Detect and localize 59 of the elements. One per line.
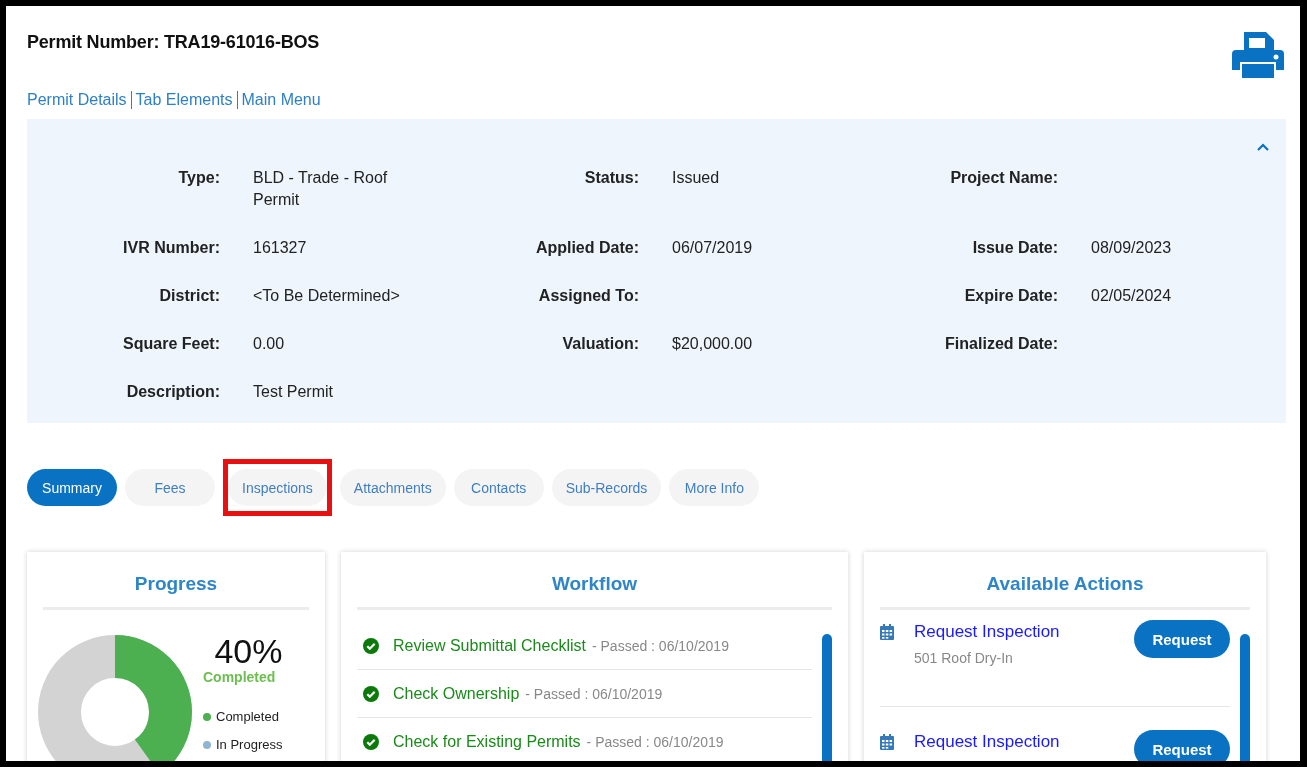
field-value: Issued [672, 169, 720, 186]
request-button[interactable]: Request [1134, 730, 1230, 761]
print-icon[interactable] [1232, 30, 1284, 80]
tab[interactable]: Summary [27, 469, 117, 506]
field-label: Finalized Date: [944, 334, 1058, 354]
field-label: Assigned To: [537, 286, 639, 306]
field-label: Description: [125, 382, 220, 402]
field-label: IVR Number: [122, 238, 220, 258]
tab[interactable]: Attachments [339, 469, 446, 506]
field-value: <To Be Determined> [253, 287, 400, 304]
workflow-status: - Passed : 06/10/2019 [586, 733, 724, 750]
tab[interactable]: More Info [669, 469, 760, 506]
field-label: Project Name: [949, 168, 1058, 188]
tab[interactable]: Contacts [453, 469, 544, 506]
check-circle-icon [363, 637, 379, 654]
field-value: 0.00 [253, 335, 285, 352]
legend-label: Completed [216, 709, 279, 724]
calendar-icon [880, 734, 894, 750]
field-label: Expire Date: [963, 286, 1058, 306]
nav-link[interactable]: Permit Details [27, 91, 131, 109]
field-value: 06/07/2019 [672, 239, 753, 256]
calendar-icon [880, 624, 894, 640]
tab[interactable]: Sub-Records [551, 469, 662, 506]
tab[interactable]: Inspections [228, 469, 327, 506]
chevron-up-icon[interactable] [1257, 143, 1269, 151]
nav-link[interactable]: Tab Elements [130, 91, 237, 109]
field-label: Type: [177, 168, 220, 188]
workflow-task-link[interactable]: Check for Existing Permits [393, 732, 581, 751]
field-label: Issue Date: [971, 238, 1058, 258]
legend-label: In Progress [216, 737, 283, 752]
request-button[interactable]: Request [1134, 620, 1230, 658]
field-value: 08/09/2023 [1091, 239, 1172, 256]
field-label: Status: [583, 168, 639, 188]
card-title: Progress [43, 552, 309, 610]
card-title: Available Actions [880, 552, 1250, 610]
percent-value: 40% [213, 632, 283, 671]
field-value: 02/05/2024 [1091, 287, 1172, 304]
check-circle-icon [363, 685, 379, 702]
field-value: Test Permit [253, 383, 333, 400]
field-label: District: [158, 286, 220, 306]
tab[interactable]: Fees [125, 469, 215, 506]
field-value: $20,000.00 [672, 335, 753, 352]
field-label: Valuation: [561, 334, 639, 354]
workflow-status: - Passed : 06/10/2019 [525, 685, 663, 702]
action-subtitle: 501 Roof Dry-In [914, 650, 1014, 666]
action-link[interactable]: Request Inspection [914, 622, 1114, 642]
percent-label: Completed [203, 669, 277, 685]
workflow-status: - Passed : 06/10/2019 [591, 637, 729, 654]
field-value: 161327 [253, 239, 307, 256]
nav-link[interactable]: Main Menu [236, 91, 325, 109]
action-link[interactable]: Request Inspection [914, 732, 1114, 752]
workflow-task-link[interactable]: Review Submittal Checklist [393, 636, 586, 655]
field-label: Applied Date: [534, 238, 639, 258]
card-title: Workflow [357, 552, 832, 610]
workflow-task-link[interactable]: Check Ownership [393, 684, 520, 703]
field-value: BLD - Trade - Roof Permit [253, 169, 388, 208]
permit-number-title: Permit Number: TRA19-61016-BOS [27, 32, 321, 53]
check-circle-icon [363, 733, 379, 750]
field-label: Square Feet: [122, 334, 220, 354]
